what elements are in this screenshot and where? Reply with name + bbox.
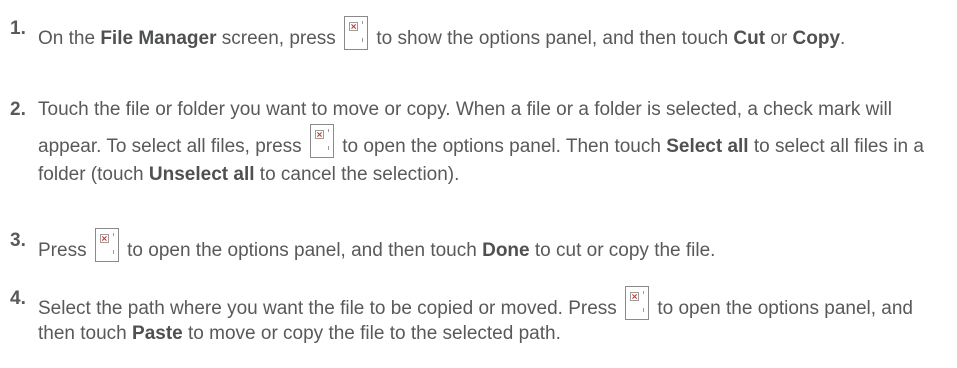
menu-key-icon bbox=[94, 228, 119, 262]
step-text: Touch the file or folder you want to mov… bbox=[38, 99, 924, 185]
select-all-label: Select all bbox=[666, 136, 749, 157]
step-1: 1. On the File Manager screen, press to … bbox=[10, 16, 949, 51]
step-text: Select the path where you want the file … bbox=[38, 286, 949, 346]
menu-key-icon bbox=[309, 124, 334, 158]
step-4: 4. Select the path where you want the fi… bbox=[10, 286, 949, 346]
step-number: 3. bbox=[10, 230, 26, 251]
instruction-document: 1. On the File Manager screen, press to … bbox=[0, 0, 957, 368]
cut-label: Cut bbox=[733, 28, 766, 49]
step-number: 2. bbox=[10, 99, 26, 120]
step-number: 1. bbox=[10, 18, 26, 39]
paste-label: Paste bbox=[132, 323, 183, 344]
step-2: 2. Touch the file or folder you want to … bbox=[10, 96, 949, 189]
copy-label: Copy bbox=[792, 28, 841, 49]
unselect-all-label: Unselect all bbox=[148, 164, 255, 185]
step-text: Press to open the options panel, and the… bbox=[38, 228, 949, 263]
step-3: 3. Press to open the options panel, and … bbox=[10, 228, 949, 263]
step-text: On the File Manager screen, press to sho… bbox=[38, 16, 949, 51]
menu-key-icon bbox=[625, 286, 650, 320]
file-manager-label: File Manager bbox=[100, 28, 217, 49]
menu-key-icon bbox=[344, 16, 369, 50]
done-label: Done bbox=[482, 240, 530, 261]
step-number: 4. bbox=[10, 288, 26, 309]
